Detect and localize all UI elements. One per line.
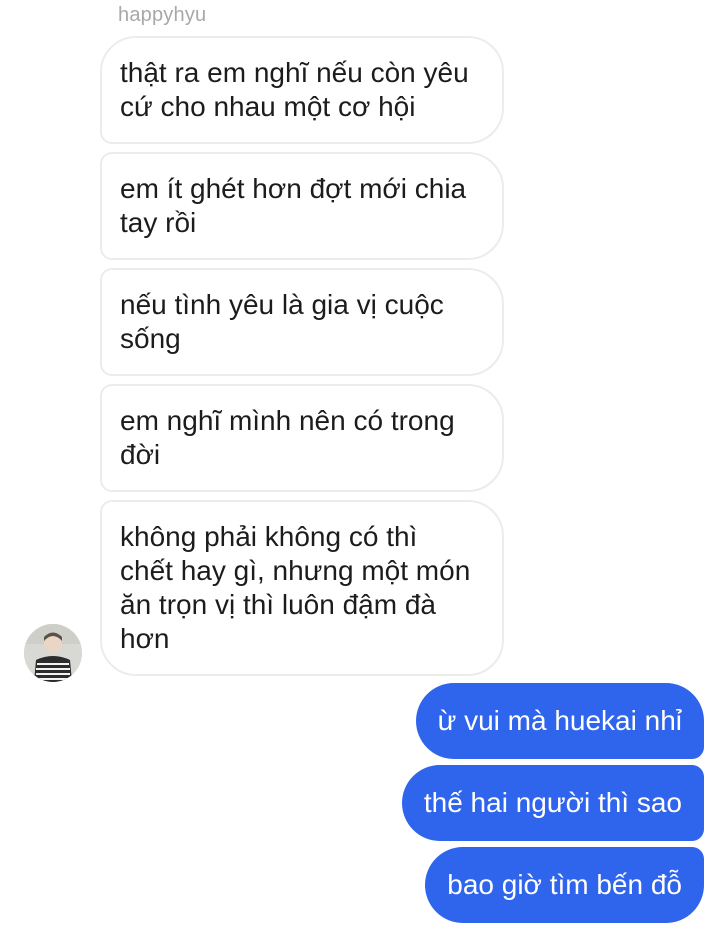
contact-avatar[interactable]	[24, 624, 82, 682]
outgoing-message[interactable]: bao giờ tìm bến đỗ	[425, 847, 704, 923]
incoming-message[interactable]: không phải không có thì chết hay gì, như…	[100, 500, 504, 676]
sender-name: happyhyu	[118, 4, 207, 26]
incoming-message[interactable]: em ít ghét hơn đợt mới chia tay rồi	[100, 152, 504, 260]
outgoing-message[interactable]: ừ vui mà huekai nhỉ	[415, 683, 704, 759]
incoming-message[interactable]: nếu tình yêu là gia vị cuộc sống	[100, 268, 504, 376]
incoming-message[interactable]: thật ra em nghĩ nếu còn yêu cứ cho nhau …	[100, 36, 504, 144]
person-icon	[24, 624, 82, 682]
outgoing-message[interactable]: thế hai người thì sao	[401, 765, 704, 841]
incoming-message[interactable]: em nghĩ mình nên có trong đời	[100, 384, 504, 492]
